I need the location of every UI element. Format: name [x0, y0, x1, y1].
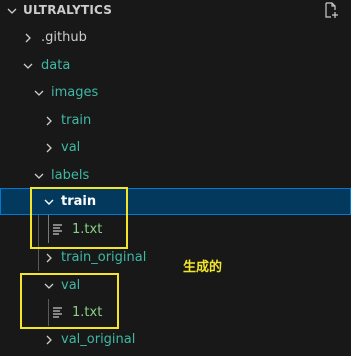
new-file-icon[interactable] — [322, 1, 340, 19]
tree-folder-val-original[interactable]: val_original — [0, 326, 351, 353]
chevron-right-icon — [46, 253, 52, 263]
chevron-down-icon — [34, 90, 44, 96]
explorer-scrollbar[interactable] — [344, 0, 351, 356]
folder-label-images-val: val — [61, 140, 81, 155]
chevron-right-icon — [46, 116, 52, 126]
tree-folder-github[interactable]: .github — [0, 24, 351, 51]
tree-folder-labels-train[interactable]: train — [0, 188, 351, 215]
chevron-down-icon — [44, 283, 54, 289]
chevron-down-icon — [23, 63, 33, 69]
chevron-right-icon — [46, 335, 52, 345]
folder-label-labels-val: val — [61, 278, 81, 293]
folder-label-train-original: train_original — [61, 250, 147, 265]
text-file-icon — [53, 307, 62, 318]
tree-folder-train-original[interactable]: train_original — [0, 244, 351, 271]
chevron-right-icon — [25, 33, 31, 43]
annotation-label: 生成的 — [183, 260, 223, 275]
explorer-title: ULTRALYTICS — [23, 3, 113, 17]
folder-label-images: images — [51, 85, 99, 100]
text-file-icon — [53, 224, 62, 235]
explorer-header[interactable]: ULTRALYTICS — [0, 0, 351, 22]
tree-folder-labels[interactable]: labels — [0, 162, 351, 189]
indent-guide-active — [48, 215, 49, 243]
folder-label-labels: labels — [51, 168, 90, 183]
file-label-val-1txt: 1.txt — [72, 305, 103, 320]
chevron-down-icon — [34, 173, 44, 179]
indent-guide — [38, 215, 39, 271]
tree-file-train-1txt[interactable]: 1.txt — [0, 216, 351, 243]
tree-folder-images-train[interactable]: train — [0, 107, 351, 134]
chevron-down-icon — [7, 8, 17, 14]
file-label-train-1txt: 1.txt — [72, 222, 103, 237]
folder-label-images-train: train — [61, 113, 92, 128]
tree-folder-labels-val[interactable]: val — [0, 272, 351, 299]
folder-label-data: data — [41, 58, 71, 73]
chevron-down-icon — [44, 199, 54, 205]
tree-folder-images[interactable]: images — [0, 79, 351, 106]
folder-label-labels-train: train — [61, 194, 97, 209]
folder-label-val-original: val_original — [61, 332, 136, 347]
indent-guide — [48, 299, 49, 326]
tree-folder-data[interactable]: data — [0, 52, 351, 79]
tree-folder-images-val[interactable]: val — [0, 134, 351, 161]
tree-file-val-1txt[interactable]: 1.txt — [0, 299, 351, 326]
folder-label-github: .github — [41, 30, 87, 45]
chevron-right-icon — [46, 143, 52, 153]
